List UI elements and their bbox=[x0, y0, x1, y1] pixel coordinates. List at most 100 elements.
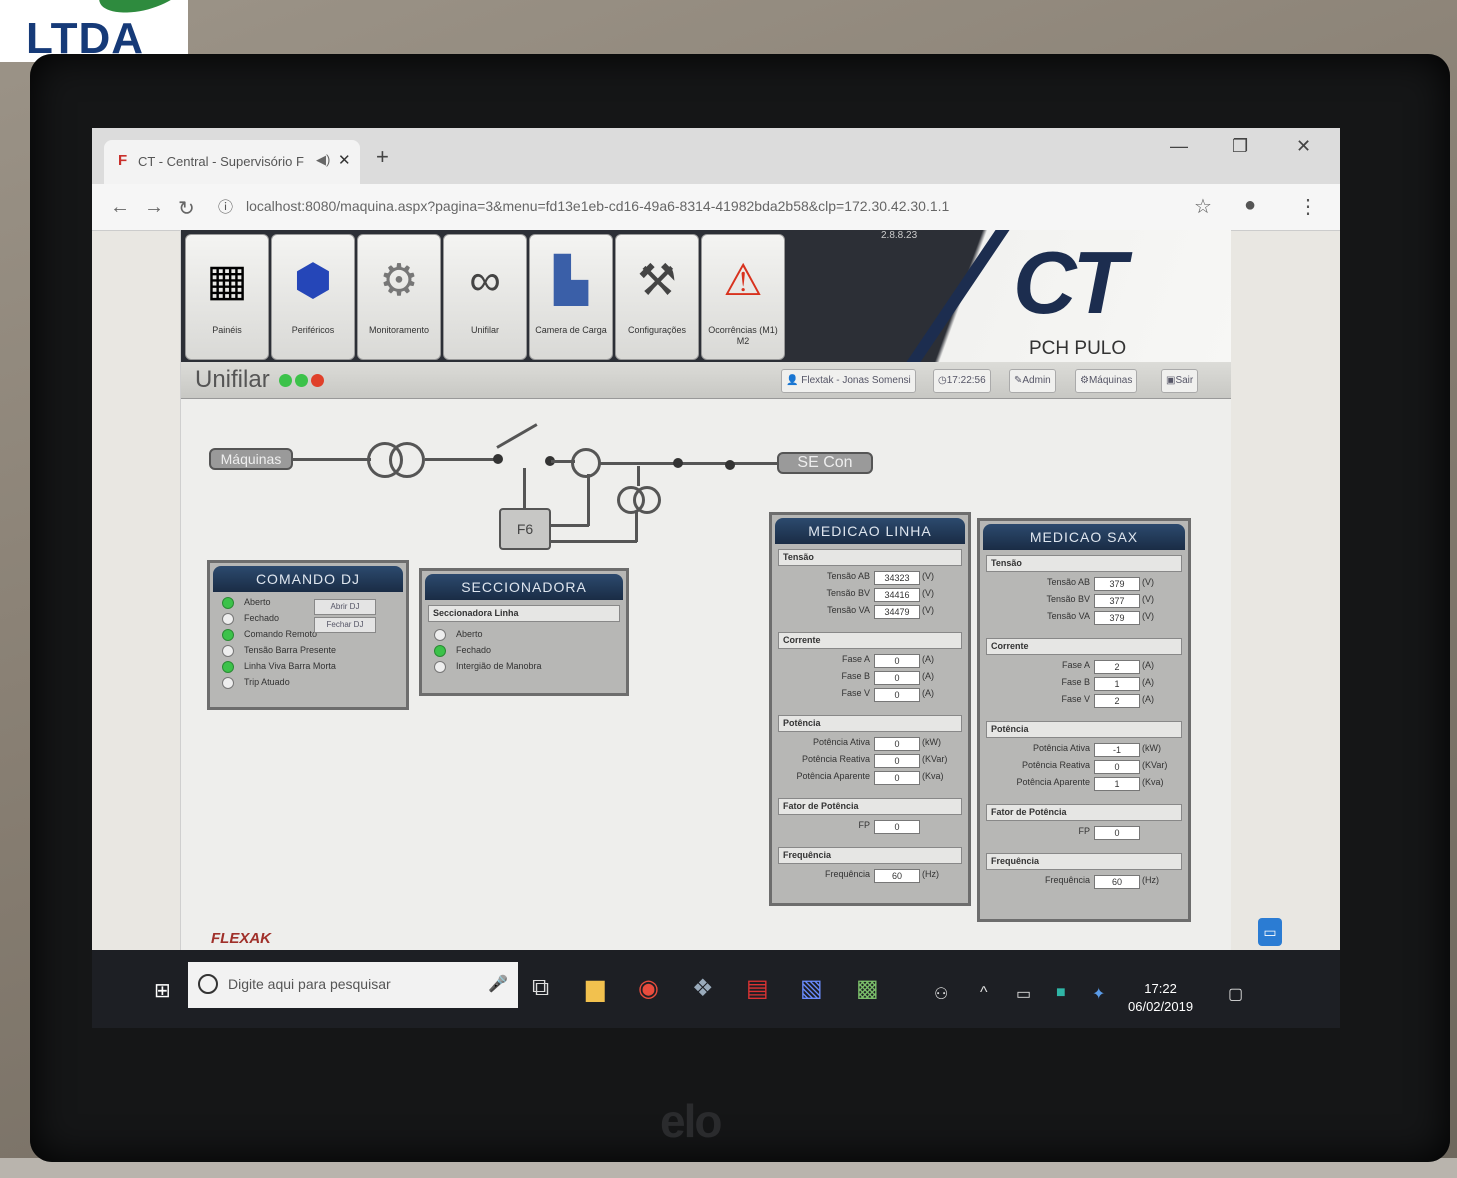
status-tensao-barra: Tensão Barra Presente bbox=[222, 645, 336, 657]
measurement-unit: (V) bbox=[922, 588, 934, 598]
network-app-icon[interactable]: ❖ bbox=[692, 974, 714, 1003]
measurement-label: Tensão VA bbox=[1047, 611, 1090, 621]
brand-slash bbox=[906, 230, 1010, 362]
f6-relay-box[interactable]: F6 bbox=[499, 508, 551, 550]
app-icon-blue[interactable]: ▧ bbox=[800, 974, 823, 1003]
notification-icon[interactable]: ▢ bbox=[1228, 984, 1243, 1004]
measurement-unit: (A) bbox=[1142, 677, 1154, 687]
led-icon bbox=[222, 597, 234, 609]
se-con-node[interactable]: SE Con bbox=[777, 452, 873, 474]
section-header: Corrente bbox=[986, 638, 1182, 655]
panel-title: MEDICAO LINHA bbox=[775, 518, 965, 544]
medicao-linha-panel: MEDICAO LINHA Tensão Tensão AB 34323 (V) Ten… bbox=[769, 512, 971, 906]
omnibox[interactable]: ⓘ localhost:8080/maquina.aspx?pagina=3&m… bbox=[210, 190, 1210, 222]
toolbar-label: Periféricos bbox=[291, 325, 335, 335]
new-tab-button[interactable]: + bbox=[376, 144, 389, 170]
site-name: PCH PULO bbox=[1029, 338, 1127, 359]
measurement-value: 0 bbox=[1094, 760, 1140, 774]
measurement-value: 34479 bbox=[874, 605, 920, 619]
clock-date: 06/02/2019 bbox=[1128, 999, 1194, 1014]
mic-icon[interactable]: 🎤 bbox=[488, 974, 508, 994]
toolbar-camera-carga[interactable]: ▙ Camera de Carga bbox=[529, 234, 613, 360]
measurement-unit: (Hz) bbox=[922, 869, 939, 879]
machines-button[interactable]: ⚙Máquinas bbox=[1075, 369, 1138, 393]
led-icon bbox=[222, 629, 234, 641]
tray-app2-icon[interactable]: ✦ bbox=[1092, 984, 1105, 1004]
network-icon[interactable]: ▭ bbox=[1016, 984, 1031, 1004]
file-explorer-icon[interactable]: ▆ bbox=[586, 974, 604, 1003]
minimize-button[interactable]: — bbox=[1170, 136, 1188, 157]
measurement-row: Fase A 2 (A) bbox=[980, 660, 1188, 674]
remote-desktop-icon[interactable]: ▭ bbox=[1258, 918, 1282, 946]
bookmark-star-icon[interactable]: ☆ bbox=[1194, 194, 1212, 219]
browser-tab[interactable]: F CT - Central - Supervisório F ◀) ✕ bbox=[104, 140, 360, 184]
panel-title: SECCIONADORA bbox=[425, 574, 623, 600]
section-header: Fator de Potência bbox=[778, 798, 962, 815]
taskbar-search[interactable]: Digite aqui para pesquisar 🎤 bbox=[188, 962, 518, 1008]
taskbar-clock[interactable]: 17:22 06/02/2019 bbox=[1128, 980, 1193, 1016]
status-aberto: Aberto bbox=[434, 629, 483, 641]
measurement-unit: (KVar) bbox=[922, 754, 948, 764]
measurement-value: 1 bbox=[1094, 677, 1140, 691]
close-tab-icon[interactable]: ✕ bbox=[338, 151, 351, 169]
measurement-unit: (A) bbox=[922, 671, 934, 681]
admin-button[interactable]: ✎Admin bbox=[1009, 369, 1056, 393]
status-intertravamento: Intergião de Manobra bbox=[434, 661, 542, 673]
app-icon-red[interactable]: ▤ bbox=[746, 974, 769, 1003]
measurement-value: 379 bbox=[1094, 611, 1140, 625]
toolbar-configuracoes[interactable]: ⚒ Configurações bbox=[615, 234, 699, 360]
close-dj-button[interactable]: Fechar DJ bbox=[314, 617, 376, 633]
measurement-value: 377 bbox=[1094, 594, 1140, 608]
profile-icon[interactable]: ● bbox=[1244, 194, 1256, 217]
audio-icon[interactable]: ◀) bbox=[316, 152, 330, 168]
toolbar-label: Painéis bbox=[212, 325, 242, 335]
machines-node[interactable]: Máquinas bbox=[209, 448, 293, 470]
reload-icon[interactable]: ↻ bbox=[178, 196, 195, 221]
version-text: 2.8.8.23 bbox=[881, 230, 918, 241]
toolbar-unifilar[interactable]: ∞ Unifilar bbox=[443, 234, 527, 360]
measurement-unit: (Kva) bbox=[1142, 777, 1164, 787]
back-icon[interactable]: ← bbox=[110, 196, 130, 219]
measurement-value: 0 bbox=[874, 820, 920, 834]
tray-app-icon[interactable]: ■ bbox=[1056, 984, 1066, 1002]
status-label: Fechado bbox=[244, 613, 280, 624]
app-icon-green[interactable]: ▩ bbox=[856, 974, 879, 1003]
gear-icon: ⚙ bbox=[379, 256, 419, 305]
measurement-value: 0 bbox=[874, 688, 920, 702]
toolbar-paineis[interactable]: ▦ Painéis bbox=[185, 234, 269, 360]
restore-button[interactable]: ❐ bbox=[1232, 136, 1248, 157]
open-dj-button[interactable]: Abrir DJ bbox=[314, 599, 376, 615]
clock-time: 17:22:56 bbox=[946, 375, 986, 386]
people-icon[interactable]: ⚇ bbox=[934, 984, 948, 1004]
measurement-row: Potência Aparente 1 (Kva) bbox=[980, 777, 1188, 791]
task-view-icon[interactable]: ⧉ bbox=[532, 974, 549, 1002]
measurement-unit: (A) bbox=[922, 654, 934, 664]
tray-chevron-icon[interactable]: ^ bbox=[980, 984, 988, 1002]
menu-kebab-icon[interactable]: ⋮ bbox=[1298, 194, 1318, 219]
user-button[interactable]: 👤 Flextak - Jonas Somensi bbox=[781, 369, 916, 393]
comando-dj-panel: COMANDO DJ Aberto Fechado Comando Remoto… bbox=[207, 560, 409, 710]
panel-title: MEDICAO SAX bbox=[983, 524, 1185, 550]
windows-start-icon[interactable]: ⊞ bbox=[154, 978, 171, 1003]
section-header: Potência bbox=[986, 721, 1182, 738]
toolbar-monitoramento[interactable]: ⚙ Monitoramento bbox=[357, 234, 441, 360]
measurement-value: 0 bbox=[874, 771, 920, 785]
measurement-unit: (kW) bbox=[1142, 743, 1161, 753]
measurement-row: FP 0 bbox=[772, 820, 968, 834]
admin-label: Admin bbox=[1022, 375, 1051, 386]
transformer-coil bbox=[633, 486, 661, 514]
medicao-sax-panel: MEDICAO SAX Tensão Tensão AB 379 (V) Tensão … bbox=[977, 518, 1191, 922]
toolbar-perifericos[interactable]: ⬢ Periféricos bbox=[271, 234, 355, 360]
measurement-value: 0 bbox=[874, 654, 920, 668]
measurement-label: Frequência bbox=[824, 869, 870, 879]
status-dot-3 bbox=[311, 374, 324, 387]
info-icon[interactable]: ⓘ bbox=[218, 196, 233, 217]
toolbar-label: Monitoramento bbox=[368, 325, 430, 335]
measurement-value: 379 bbox=[1094, 577, 1140, 591]
measurement-row: Tensão BV 377 (V) bbox=[980, 594, 1188, 608]
forward-icon[interactable]: → bbox=[144, 196, 164, 219]
chrome-icon[interactable]: ◉ bbox=[638, 974, 659, 1003]
close-window-button[interactable]: ✕ bbox=[1296, 136, 1311, 157]
exit-button[interactable]: ▣Sair bbox=[1161, 369, 1199, 393]
toolbar-ocorrencias[interactable]: ⚠ Ocorrências (M1) M2 bbox=[701, 234, 785, 360]
